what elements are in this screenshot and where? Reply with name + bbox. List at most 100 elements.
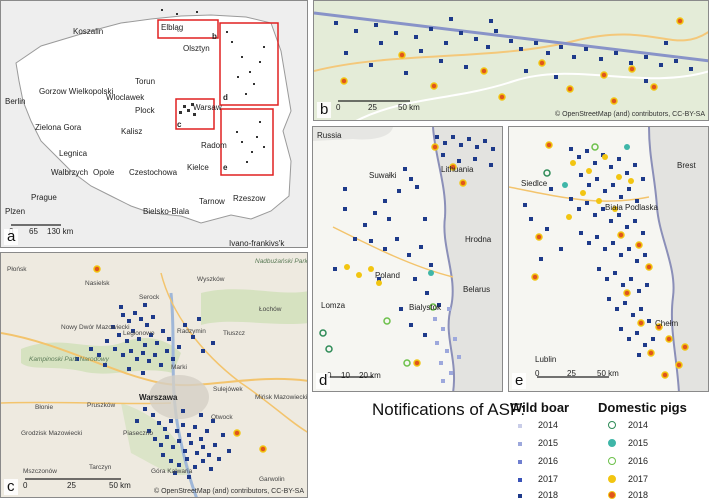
legend-domestic-2017-marker — [608, 475, 616, 483]
legend-domestic-2018: 2018 — [628, 490, 649, 500]
place-legnica: Legnica — [59, 149, 88, 158]
place-grodzisk: Grodzisk Mazowiecki — [21, 430, 83, 437]
poland-shape — [15, 14, 292, 224]
place-radzymin: Radzymin — [177, 328, 206, 335]
place-prague: Prague — [31, 193, 57, 202]
legend-wild-boar-2014-marker — [518, 424, 522, 428]
place-bialystok: Bialystok — [409, 303, 442, 312]
legend-wild-boar-2018: 2018 — [538, 490, 559, 500]
scale-end: 50 km — [109, 481, 131, 490]
place-warszawa: Warszawa — [139, 393, 178, 402]
place-marki: Marki — [171, 364, 187, 371]
place-serock: Serock — [139, 294, 160, 301]
map-panel-a[interactable]: Koszalin Elbląg Olsztyn Torun Gorzow Wie… — [0, 0, 308, 248]
legend-domestic-2015-marker — [608, 439, 616, 447]
place-bielsko-biala: Bielsko-Biala — [143, 207, 190, 216]
legend-wild-boar-2015-marker — [518, 442, 522, 446]
scale-mid: 10 — [341, 371, 350, 380]
place-pruszkow: Pruszków — [87, 402, 116, 409]
asf-legend: Notifications of ASF: Wild boar Domestic… — [312, 394, 709, 500]
panel-letter-a: a — [4, 229, 19, 245]
legend-wild-boar-2016-marker — [518, 460, 522, 464]
legend-domestic-2016-marker — [608, 457, 616, 465]
place-brest: Brest — [677, 161, 696, 170]
place-rzeszow: Rzeszow — [233, 194, 266, 203]
place-radom: Radom — [201, 141, 227, 150]
map-panel-b[interactable]: 0 25 50 km © OpenStreetMap (and) contrib… — [313, 0, 709, 121]
map-panel-d[interactable]: Russia Suwałki Lithuania Hrodna Poland L… — [312, 126, 503, 392]
place-gorzow: Gorzow Wielkopolski — [39, 87, 114, 96]
place-wyszkow: Wyszków — [197, 276, 225, 283]
scale-end: 50 km — [398, 103, 420, 112]
place-legionowo: Legionowo — [123, 330, 155, 337]
place-kalisz: Kalisz — [121, 127, 143, 136]
place-minsk: Mińsk Mazowiecki — [255, 394, 308, 401]
scale-zero: 0 — [23, 481, 28, 490]
inset-label-d: d — [223, 93, 228, 102]
place-zielona-gora: Zielona Gora — [35, 123, 82, 132]
place-suwalki: Suwałki — [369, 171, 397, 180]
legend-domestic-2017: 2017 — [628, 474, 649, 484]
place-kampinoski: Kampinoski Park Narodowy — [29, 356, 109, 363]
place-plzen: Plzen — [5, 207, 26, 216]
place-lomza: Lomza — [321, 301, 346, 310]
place-poland: Poland — [375, 271, 400, 280]
legend-domestic-2015: 2015 — [628, 438, 649, 448]
place-russia: Russia — [317, 131, 342, 140]
scale-mid: 25 — [567, 369, 576, 378]
place-piaseczno: Piaseczno — [123, 430, 153, 437]
scale-mid: 25 — [368, 103, 377, 112]
place-biala-podlaska: Biała Podlaska — [605, 203, 658, 212]
place-nadbuzanski: Nadbużański Park Krajobrazowy — [255, 258, 308, 265]
place-ivano-frankivsk: Ivano-frankivs'k — [229, 239, 285, 248]
place-siedlce: Siedlce — [521, 179, 548, 188]
podlasie-map — [313, 127, 502, 391]
scale-mid: 25 — [67, 481, 76, 490]
panel-letter-c: c — [4, 479, 18, 495]
scale-end: 50 km — [597, 369, 619, 378]
legend-title: Notifications of ASF: — [372, 400, 526, 419]
panel-letter-e: e — [512, 373, 527, 389]
scale-zero: 0 — [336, 103, 341, 112]
place-elblag: Elbląg — [161, 23, 184, 32]
place-wloclawek: Wloclawek — [106, 93, 145, 102]
map-credit: © OpenStreetMap (and) contributors, CC-B… — [153, 488, 304, 495]
scale-end: 20 km — [359, 371, 381, 380]
inset-label-b: b — [212, 32, 217, 41]
map-panel-e[interactable]: Siedlce Brest Biała Podlaska Lublin Cheł… — [508, 126, 709, 392]
panel-letter-b: b — [317, 102, 332, 118]
scale-mid: 65 — [29, 227, 38, 236]
place-plonsk: Płońsk — [7, 266, 27, 273]
warsaw-area-map — [1, 265, 307, 497]
place-koszalin: Koszalin — [73, 27, 104, 36]
legend-wild-boar-2018-marker — [518, 494, 522, 498]
place-lochow: Łochów — [259, 306, 282, 313]
place-gora-kalwaria: Góra Kalwaria — [151, 468, 193, 475]
inset-label-e: e — [223, 163, 228, 172]
scale-end: 130 km — [47, 227, 74, 236]
place-tarczyn: Tarczyn — [89, 464, 112, 471]
place-nasielsk: Nasielsk — [85, 280, 110, 287]
place-plock: Plock — [135, 106, 155, 115]
place-mszczonow: Mszczonów — [23, 468, 57, 475]
place-berlin: Berlin — [5, 97, 26, 106]
place-otwock: Otwock — [211, 414, 233, 421]
place-czestochowa: Czestochowa — [129, 168, 178, 177]
place-garwolin: Garwolin — [259, 476, 285, 483]
place-chelm: Chełm — [655, 319, 679, 328]
legend-wild-boar-2015: 2015 — [538, 438, 559, 448]
panel-letter-d: d — [316, 373, 331, 389]
place-warsaw: Warsaw — [193, 103, 222, 112]
legend-domestic-pigs-title: Domestic pigs — [598, 400, 687, 415]
place-blonie: Błonie — [35, 404, 54, 411]
legend-domestic-2014: 2014 — [628, 420, 649, 430]
place-olsztyn: Olsztyn — [183, 44, 210, 53]
place-sulejowek: Sulejówek — [213, 386, 243, 393]
place-tluszcz: Tłuszcz — [223, 330, 246, 337]
map-credit: © OpenStreetMap (and) contributors, CC-B… — [554, 111, 705, 118]
place-walbrzych: Walbrzych — [51, 168, 89, 177]
place-opole: Opole — [93, 168, 115, 177]
map-panel-c[interactable]: Płońsk Nasielsk Serock Wyszków Łochów No… — [0, 252, 308, 498]
legend-wild-boar-2017-marker — [518, 478, 522, 482]
legend-domestic-2016: 2016 — [628, 456, 649, 466]
